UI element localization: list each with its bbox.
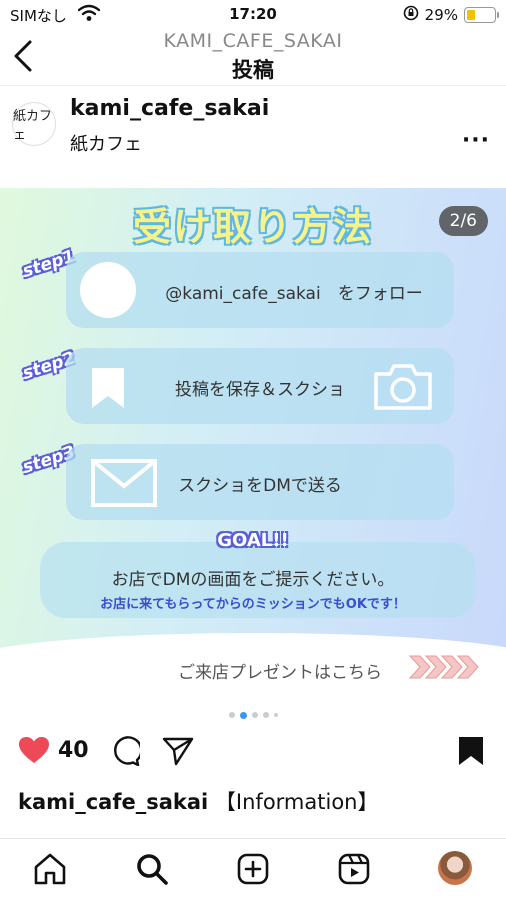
- battery-icon: [464, 7, 499, 23]
- more-options-icon[interactable]: ···: [462, 128, 490, 153]
- step2-card: 投稿を保存＆スクショ: [66, 348, 454, 424]
- goal-label: GOAL!!: [217, 530, 289, 551]
- comment-icon[interactable]: [110, 736, 143, 770]
- step1-card: @kami_cafe_sakai をフォロー: [66, 252, 454, 328]
- profile-photo: [438, 851, 472, 885]
- caption: kami_cafe_sakai 【Information】: [18, 786, 378, 816]
- step3-text: スクショをDMで送る: [178, 476, 342, 496]
- step1-text: @kami_cafe_sakai をフォロー: [165, 284, 423, 304]
- carousel-dot: [273, 713, 278, 717]
- post-header: 紙カフェ kami_cafe_sakai 紙カフェ ···: [0, 88, 506, 188]
- action-row: 40: [0, 728, 506, 772]
- avatar[interactable]: 紙カフェ: [12, 102, 56, 146]
- status-bar: SIMなし 17:20 29%: [0, 0, 506, 30]
- goal-subtext: お店に来てもらってからのミッションでもOKです！: [100, 597, 406, 612]
- carousel-dot: [251, 712, 258, 718]
- account-name: KAMI_CAFE_SAKAI: [163, 30, 343, 52]
- search-icon[interactable]: [134, 851, 170, 887]
- tab-bar: [0, 838, 506, 900]
- orientation-lock-icon: [403, 5, 419, 25]
- goal-text: お店でDMの画面をご提示ください。: [111, 570, 395, 590]
- home-icon[interactable]: [32, 851, 68, 887]
- present-text: ご来店プレゼントはこちら: [178, 663, 382, 683]
- avatar-text: 紙カフェ: [13, 109, 53, 143]
- step3-card: スクショをDMで送る: [66, 444, 454, 520]
- create-icon[interactable]: [235, 851, 271, 887]
- bookmark-save-icon[interactable]: [458, 736, 484, 770]
- battery-percent: 29%: [424, 6, 458, 24]
- camera-icon: [372, 362, 434, 416]
- profile-avatar[interactable]: [438, 851, 474, 887]
- double-chevron-right-icon: [408, 654, 480, 684]
- post-image[interactable]: 受け取り方法 2/6 step1 @kami_cafe_sakai をフォロー …: [0, 188, 506, 708]
- carousel-dot: [262, 712, 269, 718]
- carousel-dots: [0, 710, 506, 720]
- share-icon[interactable]: [162, 736, 194, 770]
- caption-text: 【Information】: [214, 790, 379, 814]
- slide-counter: 2/6: [438, 206, 488, 236]
- carousel-dot: [228, 712, 235, 718]
- carousel-dot: [239, 711, 247, 719]
- page-title: 投稿: [232, 58, 274, 82]
- status-right: 29%: [403, 5, 499, 25]
- caption-username[interactable]: kami_cafe_sakai: [18, 790, 208, 814]
- reels-icon[interactable]: [336, 851, 372, 887]
- like-count[interactable]: 40: [58, 738, 89, 763]
- heart-icon[interactable]: [18, 736, 50, 768]
- post-username[interactable]: kami_cafe_sakai: [70, 96, 269, 121]
- nav-header: KAMI_CAFE_SAKAI 投稿: [0, 28, 506, 86]
- post-location[interactable]: 紙カフェ: [70, 130, 142, 156]
- slide-headline: 受け取り方法: [132, 205, 373, 249]
